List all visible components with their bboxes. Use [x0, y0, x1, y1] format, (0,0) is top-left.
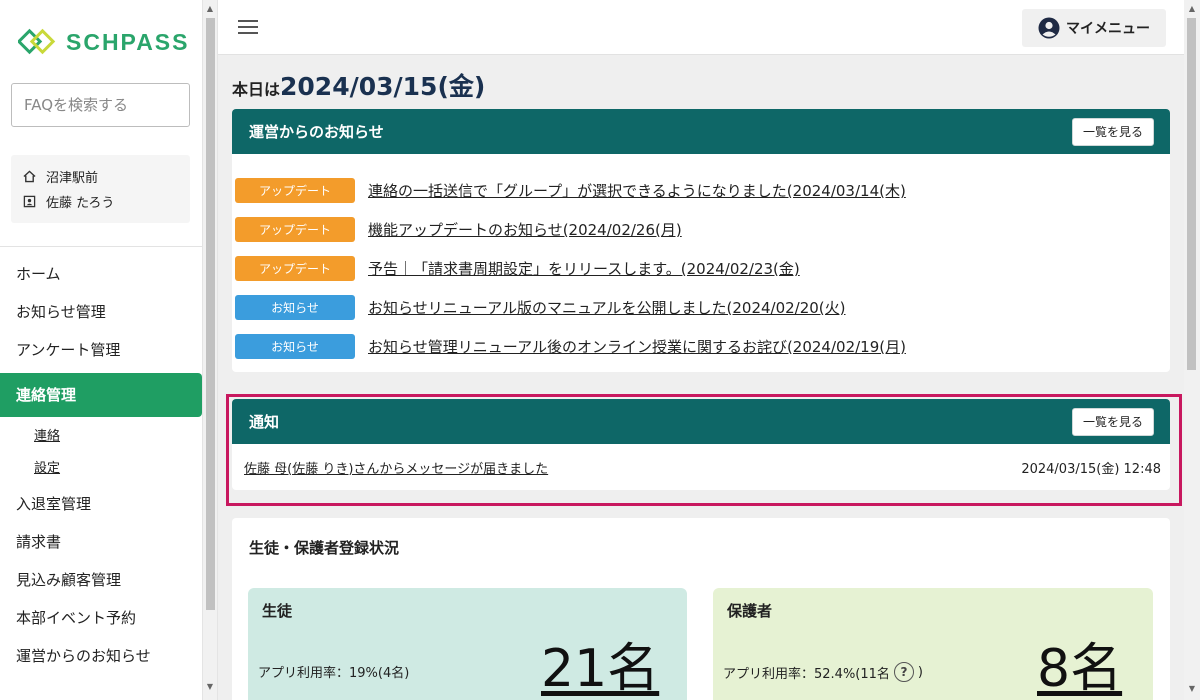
sidebar-item-invoices[interactable]: 請求書: [0, 523, 202, 561]
news-list: アップデート 連絡の一括送信で「グループ」が選択できるようになりました(2024…: [232, 154, 1170, 366]
user-info: 沼津駅前 佐藤 たろう: [11, 155, 190, 223]
operator-news-title: 運営からのお知らせ: [249, 123, 384, 141]
operator-news-header: 運営からのお知らせ 一覧を見る: [232, 109, 1170, 154]
news-link[interactable]: 連絡の一括送信で「グループ」が選択できるようになりました(2024/03/14(…: [368, 180, 906, 201]
user-circle-icon: [1038, 17, 1060, 39]
news-view-all-button[interactable]: 一覧を見る: [1072, 117, 1154, 146]
hamburger-menu-icon[interactable]: [238, 20, 258, 34]
notification-view-all-button[interactable]: 一覧を見る: [1072, 407, 1154, 436]
list-item: アップデート 機能アップデートのお知らせ(2024/02/26(月): [232, 210, 1170, 249]
operator-news-card: 運営からのお知らせ 一覧を見る アップデート 連絡の一括送信で「グループ」が選択…: [232, 109, 1170, 372]
news-link[interactable]: 予告｜「請求書周期設定」をリリースします。(2024/02/23(金): [368, 258, 800, 279]
home-icon: [23, 170, 36, 183]
news-link[interactable]: 機能アップデートのお知らせ(2024/02/26(月): [368, 219, 682, 240]
sidebar-subitem-contact[interactable]: 連絡: [0, 421, 202, 453]
main-scroll-thumb[interactable]: [1187, 18, 1196, 370]
faq-search-input[interactable]: [11, 83, 190, 127]
brand-name: SCHPASS: [66, 28, 190, 55]
student-count-link[interactable]: 21名: [541, 626, 659, 700]
my-menu-button[interactable]: マイメニュー: [1022, 9, 1166, 47]
info-tag: お知らせ: [235, 334, 355, 359]
sidebar-item-survey-management[interactable]: アンケート管理: [0, 331, 202, 369]
update-tag: アップデート: [235, 256, 355, 281]
notification-item: 佐藤 母(佐藤 りき)さんからメッセージが届きました 2024/03/15(金)…: [232, 444, 1170, 490]
parent-app-rate: アプリ利用率：52.4%(11名 ? ): [723, 662, 923, 682]
update-tag: アップデート: [235, 217, 355, 242]
notification-link[interactable]: 佐藤 母(佐藤 りき)さんからメッセージが届きました: [244, 458, 548, 477]
notification-time: 2024/03/15(金) 12:48: [1021, 461, 1161, 477]
list-item: アップデート 予告｜「請求書周期設定」をリリースします。(2024/02/23(…: [232, 249, 1170, 288]
schpass-logo[interactable]: SCHPASS: [18, 28, 190, 56]
school-name: 沼津駅前: [46, 171, 99, 186]
sidebar-item-contact-management[interactable]: 連絡管理: [0, 373, 202, 417]
sidebar-scrollbar[interactable]: ▲ ▼: [202, 0, 218, 700]
sidebar-divider: [0, 246, 202, 247]
sidebar-item-operator-news[interactable]: 運営からのお知らせ: [0, 637, 202, 675]
sidebar-item-prospect-management[interactable]: 見込み顧客管理: [0, 561, 202, 599]
notification-header: 通知 一覧を見る: [232, 399, 1170, 444]
sidebar-scroll-thumb[interactable]: [206, 18, 215, 610]
news-link[interactable]: お知らせ管理リニューアル後のオンライン授業に関するお詫び(2024/02/19(…: [368, 336, 906, 357]
registration-title: 生徒・保護者登録状況: [249, 539, 400, 557]
sidebar-subitem-settings[interactable]: 設定: [0, 453, 202, 485]
sidebar-item-hq-event-booking[interactable]: 本部イベント予約: [0, 599, 202, 637]
schpass-logo-icon: [18, 28, 56, 55]
sidebar-item-attendance-management[interactable]: 入退室管理: [0, 485, 202, 523]
parent-stat-panel: 保護者 アプリ利用率：52.4%(11名 ? ) 8名: [713, 588, 1153, 700]
sidebar: SCHPASS 沼津駅前 佐藤 たろう ホーム お知らせ管理 アンケート管理 連…: [0, 0, 202, 700]
list-item: お知らせ お知らせ管理リニューアル後のオンライン授業に関するお詫び(2024/0…: [232, 327, 1170, 366]
parent-app-rate-close: ): [917, 664, 923, 680]
update-tag: アップデート: [235, 178, 355, 203]
sidebar-item-notice-management[interactable]: お知らせ管理: [0, 293, 202, 331]
id-card-icon: [23, 195, 36, 208]
notification-title: 通知: [249, 413, 280, 431]
student-stat-panel: 生徒 アプリ利用率：19%(4名) 21名: [248, 588, 687, 700]
scroll-down-arrow-icon[interactable]: ▼: [203, 680, 217, 694]
main-scroll-down-arrow-icon[interactable]: ▼: [1185, 682, 1199, 696]
registration-status-card: 生徒・保護者登録状況 生徒 アプリ利用率：19%(4名) 21名 保護者 アプリ…: [232, 518, 1170, 700]
main-scroll-up-arrow-icon[interactable]: ▲: [1185, 2, 1199, 16]
today-label: 本日は: [232, 80, 281, 99]
main-scrollbar[interactable]: ▲ ▼: [1184, 0, 1200, 700]
news-link[interactable]: お知らせリニューアル版のマニュアルを公開しました(2024/02/20(火): [368, 297, 846, 318]
info-tag: お知らせ: [235, 295, 355, 320]
parent-count-link[interactable]: 8名: [1037, 626, 1122, 700]
student-label: 生徒: [262, 602, 293, 620]
today-date-value: 2024/03/15(金): [280, 72, 486, 101]
user-name: 佐藤 たろう: [46, 196, 115, 211]
sidebar-nav: ホーム お知らせ管理 アンケート管理 連絡管理 連絡 設定 入退室管理 請求書 …: [0, 255, 202, 675]
student-app-rate: アプリ利用率：19%(4名): [258, 666, 410, 681]
help-question-icon[interactable]: ?: [893, 662, 914, 682]
top-header: マイメニュー: [218, 0, 1184, 55]
scroll-up-arrow-icon[interactable]: ▲: [203, 2, 217, 16]
parent-label: 保護者: [727, 602, 773, 620]
list-item: お知らせ お知らせリニューアル版のマニュアルを公開しました(2024/02/20…: [232, 288, 1170, 327]
list-item: アップデート 連絡の一括送信で「グループ」が選択できるようになりました(2024…: [232, 171, 1170, 210]
today-date: 本日は 2024/03/15(金): [232, 67, 485, 103]
parent-app-rate-text: アプリ利用率：52.4%(11名: [723, 666, 890, 682]
sidebar-item-home[interactable]: ホーム: [0, 255, 202, 293]
notification-card: 通知 一覧を見る 佐藤 母(佐藤 りき)さんからメッセージが届きました 2024…: [232, 399, 1170, 490]
my-menu-label: マイメニュー: [1066, 21, 1150, 37]
